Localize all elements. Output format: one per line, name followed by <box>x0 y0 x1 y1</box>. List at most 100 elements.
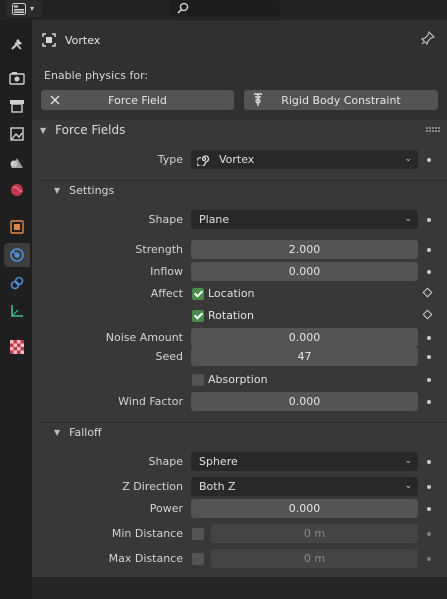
render-icon <box>9 72 25 85</box>
strength-label: Strength <box>135 243 183 256</box>
keyframe-dot[interactable] <box>427 460 431 464</box>
falloff-shape-label: Shape <box>148 455 183 468</box>
expand-triangle-icon: ▼ <box>40 125 47 135</box>
inflow-label: Inflow <box>150 265 183 278</box>
enable-physics-label: Enable physics for: <box>44 69 149 82</box>
texture-icon <box>10 340 24 354</box>
view-layer-icon <box>10 127 24 141</box>
tab-data[interactable] <box>4 299 30 323</box>
rigid-body-constraint-button[interactable]: Rigid Body Constraint <box>244 90 438 110</box>
settings-title: Settings <box>69 184 115 197</box>
keyframe-dot[interactable] <box>427 507 431 511</box>
power-field[interactable]: 0.000 <box>191 499 418 518</box>
wind-factor-field[interactable]: 0.000 <box>191 392 418 411</box>
falloff-header[interactable]: ▼ Falloff <box>54 426 102 439</box>
editor-type-selector[interactable]: ▾ <box>6 0 42 17</box>
z-direction-value: Both Z <box>199 480 236 493</box>
vortex-icon <box>197 155 210 166</box>
location-checkbox[interactable] <box>192 288 204 300</box>
keyframe-dot[interactable] <box>427 400 431 404</box>
strength-field[interactable]: 2.000 <box>191 240 418 259</box>
keyframe-dot[interactable] <box>427 485 431 489</box>
rigid-body-constraint-label: Rigid Body Constraint <box>281 93 401 107</box>
chevron-down-icon: ⌄ <box>404 456 412 466</box>
expand-triangle-icon: ▼ <box>54 428 61 437</box>
properties-editor-icon <box>12 2 26 15</box>
divider <box>38 180 447 181</box>
falloff-shape-dropdown[interactable]: Sphere ⌄ <box>191 452 418 471</box>
power-label: Power <box>149 502 183 515</box>
output-icon <box>10 100 24 113</box>
max-distance-label: Max Distance <box>108 552 183 565</box>
z-direction-dropdown[interactable]: Both Z ⌄ <box>191 477 418 496</box>
chevron-down-icon: ⌄ <box>404 481 412 491</box>
constraint-icon <box>10 276 24 290</box>
tab-render[interactable] <box>4 66 30 90</box>
force-field-label: Force Field <box>108 93 167 107</box>
rotation-checkbox[interactable] <box>192 310 204 322</box>
object-header: Vortex <box>42 32 100 48</box>
max-distance-checkbox[interactable] <box>192 553 204 565</box>
tab-texture[interactable] <box>4 335 30 359</box>
inflow-field[interactable]: 0.000 <box>191 262 418 281</box>
close-icon <box>50 95 60 105</box>
tab-view-layer[interactable] <box>4 122 30 146</box>
properties-tabs <box>0 20 32 599</box>
tab-scene[interactable] <box>4 150 30 174</box>
keyframe-dot[interactable] <box>427 248 431 252</box>
tab-constraint[interactable] <box>4 271 30 295</box>
falloff-title: Falloff <box>69 426 102 439</box>
force-field-button[interactable]: Force Field <box>41 90 234 110</box>
force-fields-header[interactable]: ▼ Force Fields <box>40 123 125 137</box>
min-distance-field[interactable]: 0 m <box>211 524 418 543</box>
constraint-hinge-icon <box>254 93 262 106</box>
keyframe-dot[interactable] <box>427 557 431 561</box>
tab-physics[interactable] <box>4 243 30 267</box>
min-distance-label: Min Distance <box>111 527 183 540</box>
keyframe-dot[interactable] <box>427 218 431 222</box>
location-label[interactable]: Location <box>208 287 255 300</box>
seed-field[interactable]: 47 <box>191 347 418 366</box>
properties-header: ▾ <box>0 0 447 20</box>
type-label: Type <box>157 153 183 166</box>
chevron-down-icon: ⌄ <box>404 154 412 164</box>
expand-triangle-icon: ▼ <box>54 186 61 195</box>
keyframe-dot[interactable] <box>427 270 431 274</box>
search-icon <box>177 2 189 14</box>
world-icon <box>11 184 23 196</box>
shape-label: Shape <box>148 213 183 226</box>
chevron-down-icon: ▾ <box>30 4 35 13</box>
tool-icon <box>11 39 22 50</box>
search-input[interactable] <box>170 0 280 17</box>
physics-icon <box>10 248 24 262</box>
absorption-checkbox[interactable] <box>192 374 204 386</box>
keyframe-dot[interactable] <box>427 158 431 162</box>
drag-handle-icon[interactable] <box>426 127 440 133</box>
chevron-down-icon: ⌄ <box>404 214 412 224</box>
panel-bottom <box>32 577 447 599</box>
shape-dropdown[interactable]: Plane ⌄ <box>191 210 418 229</box>
object-icon <box>10 220 24 234</box>
keyframe-dot[interactable] <box>427 532 431 536</box>
shape-value: Plane <box>199 213 230 226</box>
noise-amount-label: Noise Amount <box>105 331 183 344</box>
keyframe-dot[interactable] <box>427 336 431 340</box>
tab-output[interactable] <box>4 94 30 118</box>
tab-world[interactable] <box>4 178 30 202</box>
wind-factor-label: Wind Factor <box>118 395 183 408</box>
noise-amount-field[interactable]: 0.000 <box>191 328 418 347</box>
absorption-label[interactable]: Absorption <box>208 373 268 386</box>
tab-object[interactable] <box>4 215 30 239</box>
rotation-label[interactable]: Rotation <box>208 309 254 322</box>
keyframe-dot[interactable] <box>427 378 431 382</box>
tab-tool[interactable] <box>4 32 30 56</box>
settings-header[interactable]: ▼ Settings <box>54 184 114 197</box>
falloff-shape-value: Sphere <box>199 455 238 468</box>
pin-icon[interactable] <box>420 30 436 48</box>
data-icon <box>11 305 23 317</box>
affect-label: Affect <box>150 287 183 300</box>
keyframe-dot[interactable] <box>427 355 431 359</box>
max-distance-field[interactable]: 0 m <box>211 549 418 568</box>
type-dropdown[interactable]: Vortex ⌄ <box>191 150 418 169</box>
min-distance-checkbox[interactable] <box>192 528 204 540</box>
